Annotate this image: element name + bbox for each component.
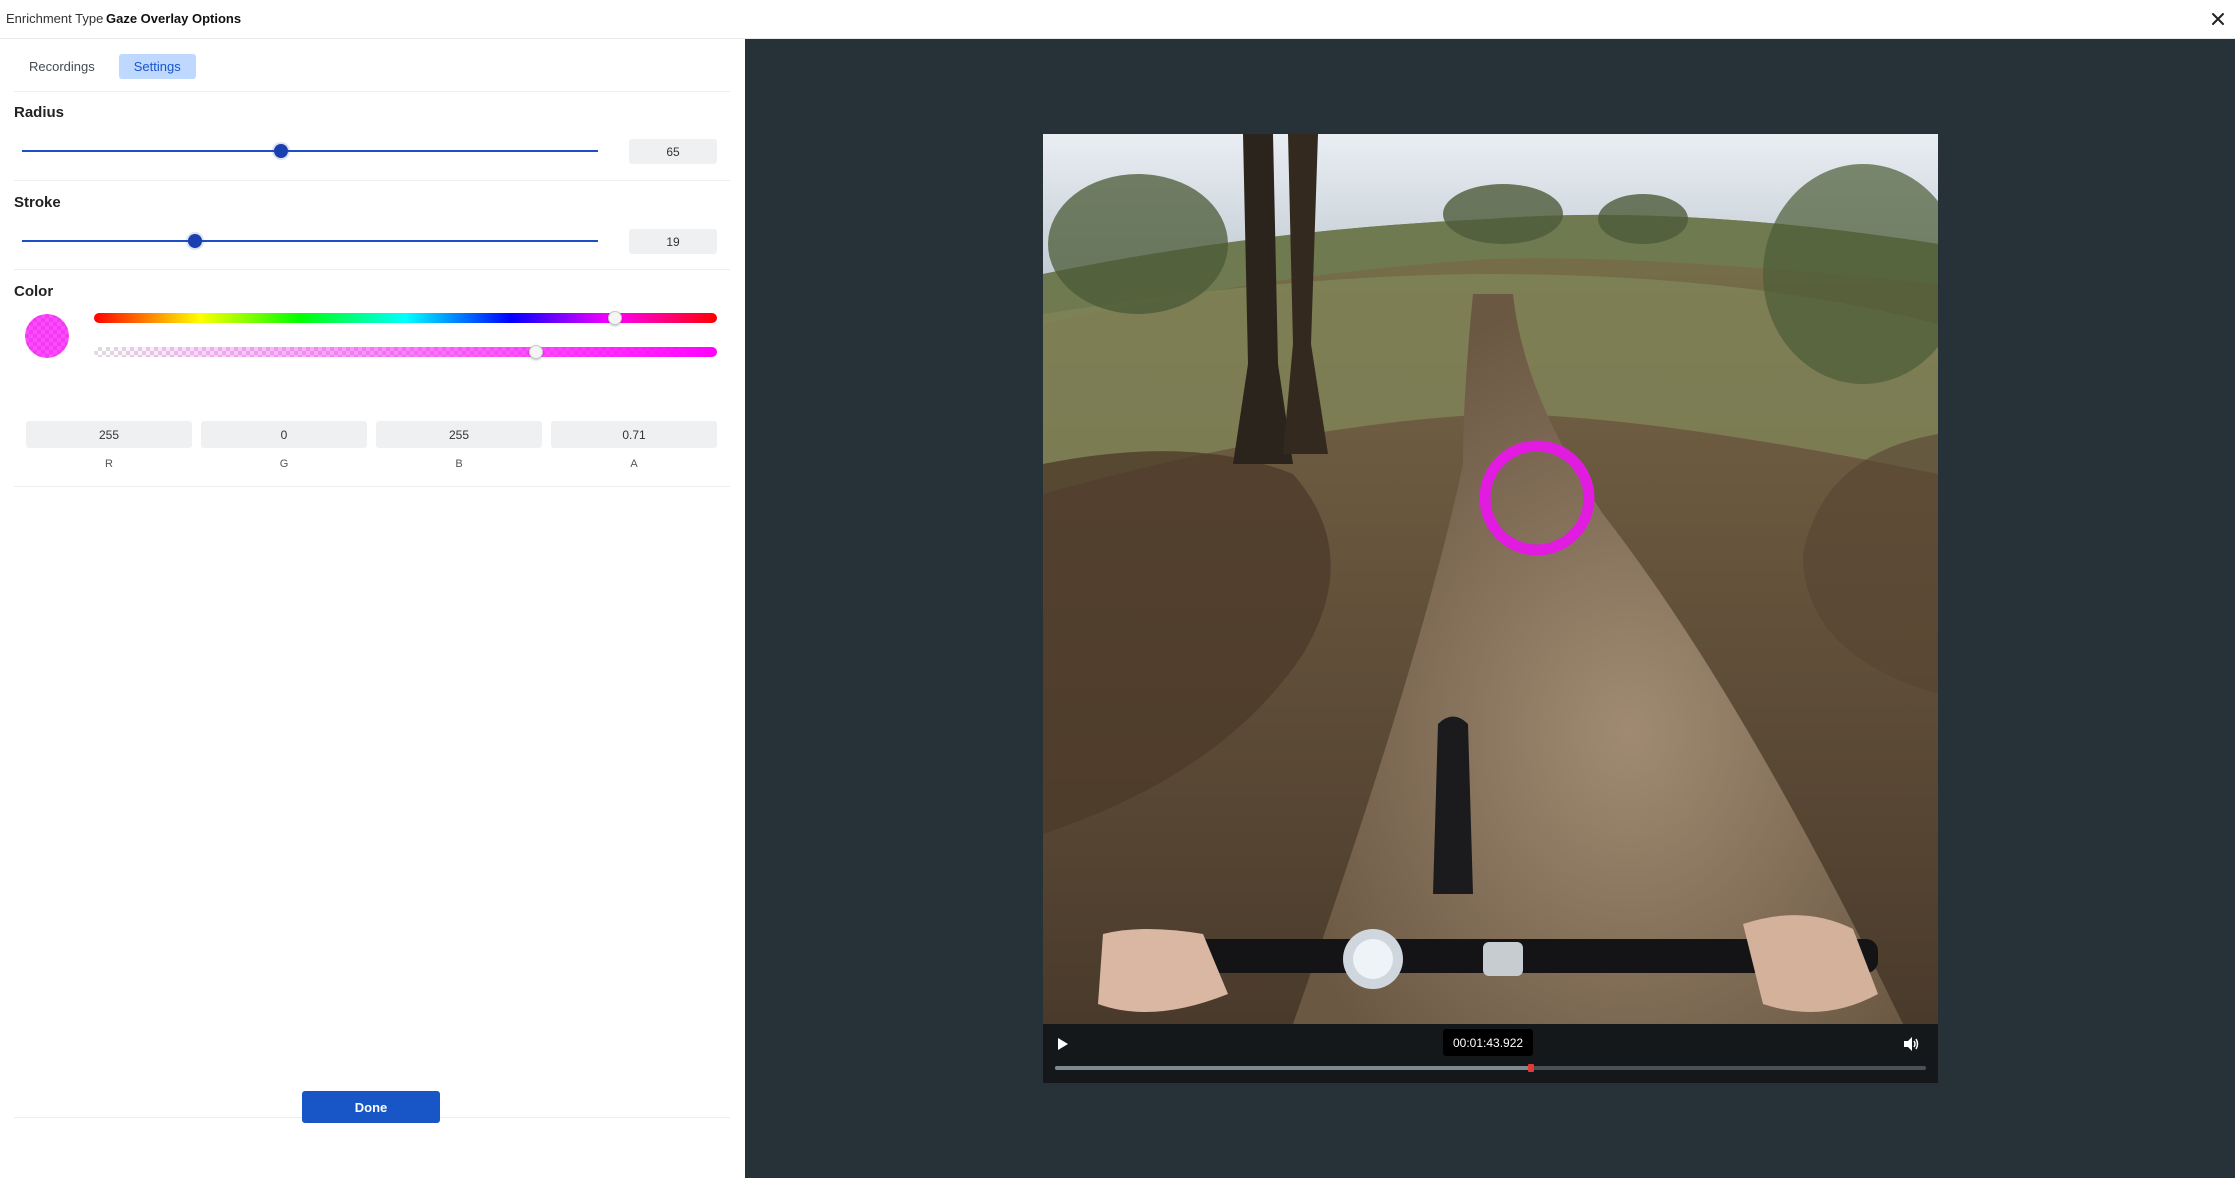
close-icon: [2212, 13, 2224, 25]
color-swatch-fill: [25, 314, 69, 358]
alpha-input[interactable]: 0.71: [551, 421, 717, 448]
divider: [14, 486, 730, 487]
tab-recordings[interactable]: Recordings: [14, 54, 110, 79]
hue-slider[interactable]: [94, 313, 717, 323]
hue-slider-thumb[interactable]: [607, 311, 622, 325]
gaze-circle-overlay: [1479, 440, 1595, 556]
done-button[interactable]: Done: [302, 1091, 440, 1123]
dialog-header: Enrichment Type Gaze Overlay Options: [0, 0, 2235, 39]
seek-bar[interactable]: [1055, 1064, 1926, 1072]
alpha-label: A: [630, 458, 638, 470]
radius-slider-thumb[interactable]: [274, 144, 289, 158]
radius-slider-track[interactable]: [22, 150, 598, 152]
enrichment-type-label: Enrichment Type: [6, 11, 104, 26]
tab-settings[interactable]: Settings: [118, 54, 196, 79]
red-label: R: [105, 458, 113, 470]
divider: [14, 269, 730, 270]
play-button[interactable]: [1053, 1034, 1073, 1054]
stroke-value-input[interactable]: 19: [629, 229, 717, 254]
divider: [14, 91, 730, 92]
blue-input[interactable]: 255: [376, 421, 542, 448]
stroke-slider-thumb[interactable]: [187, 234, 202, 248]
green-label: G: [279, 458, 289, 470]
radius-title: Radius: [14, 104, 65, 121]
color-swatch: [25, 314, 69, 358]
divider: [14, 180, 730, 181]
tab-bar: Recordings Settings: [14, 54, 196, 79]
stroke-title: Stroke: [14, 194, 61, 211]
radius-value-input[interactable]: 65: [629, 139, 717, 164]
settings-panel: Recordings Settings Radius 65 Stroke 19 …: [0, 39, 745, 1178]
volume-button[interactable]: [1901, 1033, 1923, 1055]
green-input[interactable]: 0: [201, 421, 367, 448]
stroke-slider-track[interactable]: [22, 240, 598, 242]
blue-label: B: [455, 458, 463, 470]
color-title: Color: [14, 283, 54, 300]
enrichment-type-value: Gaze Overlay Options: [106, 11, 242, 26]
close-button[interactable]: [2205, 6, 2231, 32]
seek-bar-fill: [1055, 1066, 1531, 1070]
play-icon: [1058, 1038, 1068, 1050]
red-input[interactable]: 255: [26, 421, 192, 448]
preview-area: 00:01:43.922: [745, 39, 2235, 1178]
seek-bar-head[interactable]: [1527, 1064, 1534, 1072]
timestamp-label: 00:01:43.922: [1443, 1029, 1534, 1056]
volume-icon: [1904, 1037, 1919, 1051]
video-frame[interactable]: [1043, 134, 1938, 1024]
alpha-slider[interactable]: [94, 347, 717, 357]
player-controls: 00:01:43.922: [1043, 1024, 1938, 1083]
